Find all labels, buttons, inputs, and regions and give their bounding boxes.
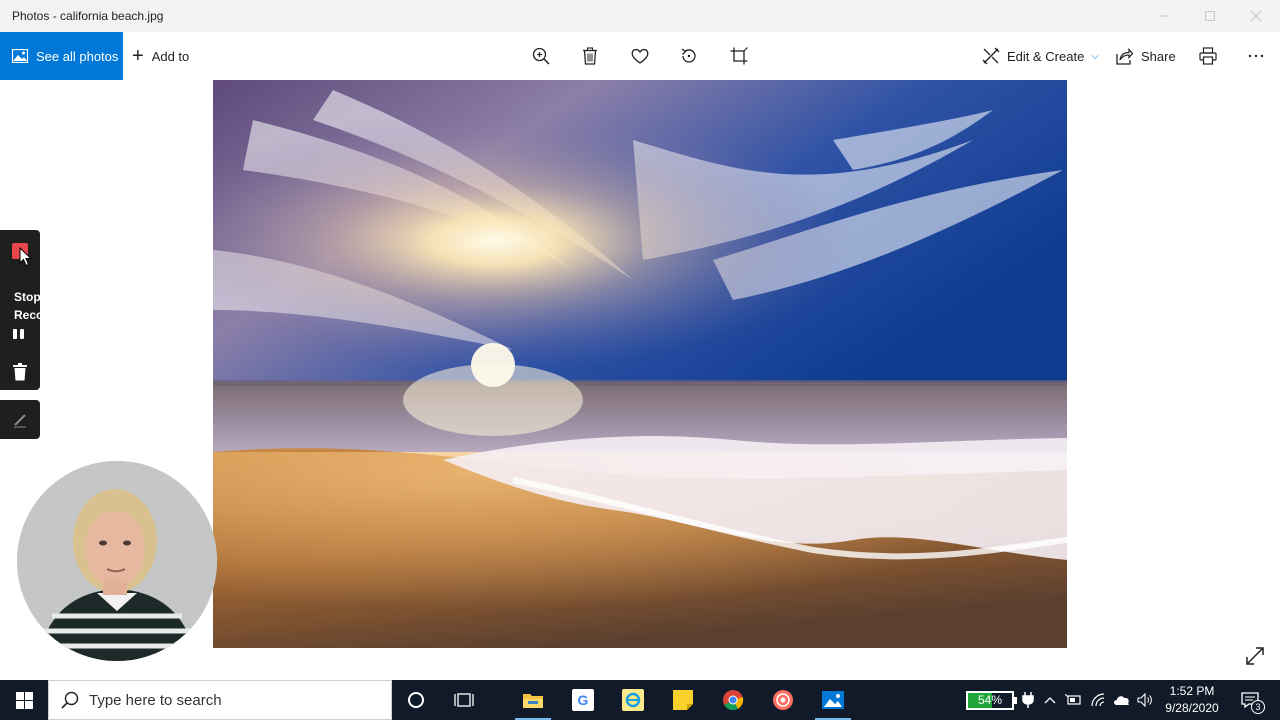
chevron-down-icon: ⌵ [1091,50,1099,62]
see-all-photos-button[interactable]: See all photos [0,32,123,80]
add-to-button[interactable]: + Add to [132,32,189,80]
crop-button[interactable] [727,44,751,68]
clock-time: 1:52 PM [1169,684,1215,698]
webcam-overlay [17,461,217,661]
taskbar-search[interactable] [48,680,392,720]
favorite-button[interactable] [628,44,652,68]
search-input[interactable] [89,691,379,709]
show-hidden-icons-button[interactable] [1040,680,1060,720]
photo-viewer[interactable] [213,80,1067,648]
photos-app-button[interactable] [809,680,857,720]
zoom-button[interactable] [529,44,553,68]
battery-indicator[interactable]: 54% [966,691,1017,710]
taskbar: G [0,680,1280,720]
add-to-label: Add to [151,48,190,64]
minimize-button[interactable] [1141,0,1187,32]
stop-recording-label: Stop Recording [14,290,40,322]
search-icon [61,691,79,709]
onedrive-icon[interactable] [1111,680,1133,720]
clock-date: 9/28/2020 [1165,701,1219,715]
trash-icon[interactable] [12,363,28,381]
print-button[interactable] [1196,44,1220,68]
google-icon: G [572,689,594,711]
task-view-button[interactable] [440,680,488,720]
svg-text:G: G [578,692,589,708]
delete-button[interactable] [578,44,602,68]
taskbar-clock[interactable]: 1:52 PM 9/28/2020 [1158,680,1226,720]
plus-icon: + [132,45,144,67]
close-icon [1251,11,1261,21]
delete-icon [583,47,597,65]
sticky-notes-icon [673,690,693,710]
sticky-notes-button[interactable] [659,680,707,720]
webcam-person [17,461,217,661]
google-app-button[interactable]: G [559,680,607,720]
more-icon [1248,54,1264,58]
maximize-button[interactable] [1187,0,1233,32]
edit-create-button[interactable]: Edit & Create ⌵ [982,32,1099,80]
chevron-up-icon [1044,697,1056,704]
power-plug-icon[interactable] [1018,680,1038,720]
share-icon [1116,47,1133,65]
screen: Photos - california beach.jpg See all ph… [0,0,1280,720]
action-center-button[interactable]: 3 [1234,680,1266,720]
internet-explorer-button[interactable] [609,680,657,720]
rotate-icon [681,48,696,63]
pause-icon [13,329,17,339]
maximize-icon [1205,11,1215,21]
cortana-button[interactable] [392,680,440,720]
minimize-icon [1159,15,1169,17]
annotate-button[interactable] [0,400,40,439]
more-button[interactable] [1244,44,1268,68]
share-label: Share [1141,48,1176,64]
pause-icon-bar [20,329,24,339]
recorder-app-icon [773,690,793,710]
ie-icon [622,689,644,711]
edit-create-icon [982,47,1000,65]
rotate-button[interactable] [677,44,701,68]
chrome-icon [723,690,744,711]
share-button[interactable]: Share [1116,32,1176,80]
pen-icon [14,413,26,427]
title-bar: Photos - california beach.jpg [0,0,1280,32]
screen-recorder-button[interactable] [759,680,807,720]
pause-button[interactable] [13,329,27,339]
window-title: Photos - california beach.jpg [12,9,164,23]
photos-icon [822,691,844,709]
start-button[interactable] [0,680,48,720]
folder-icon [523,694,543,708]
volume-icon[interactable] [1134,680,1156,720]
photo-icon [12,49,28,63]
crop-icon [730,47,748,65]
toolbar: See all photos + Add to Edit & Create ⌵ … [0,32,1280,80]
see-all-photos-label: See all photos [36,48,119,64]
mouse-cursor-icon [19,247,33,267]
file-explorer-button[interactable] [509,680,557,720]
fullscreen-icon[interactable] [1244,645,1266,667]
battery-percent: 54% [977,693,1003,707]
close-button[interactable] [1233,0,1279,32]
edit-create-label: Edit & Create [1007,48,1085,64]
battery-tray-icon[interactable] [1062,680,1084,720]
heart-icon [631,48,649,64]
windows-icon [15,691,33,709]
notification-count: 3 [1251,700,1265,714]
print-icon [1199,47,1217,65]
cortana-icon [408,692,424,708]
chrome-button[interactable] [709,680,757,720]
wifi-icon[interactable] [1088,680,1110,720]
beach-photo [213,80,1067,648]
zoom-icon [532,47,550,65]
task-view-icon [454,693,474,707]
